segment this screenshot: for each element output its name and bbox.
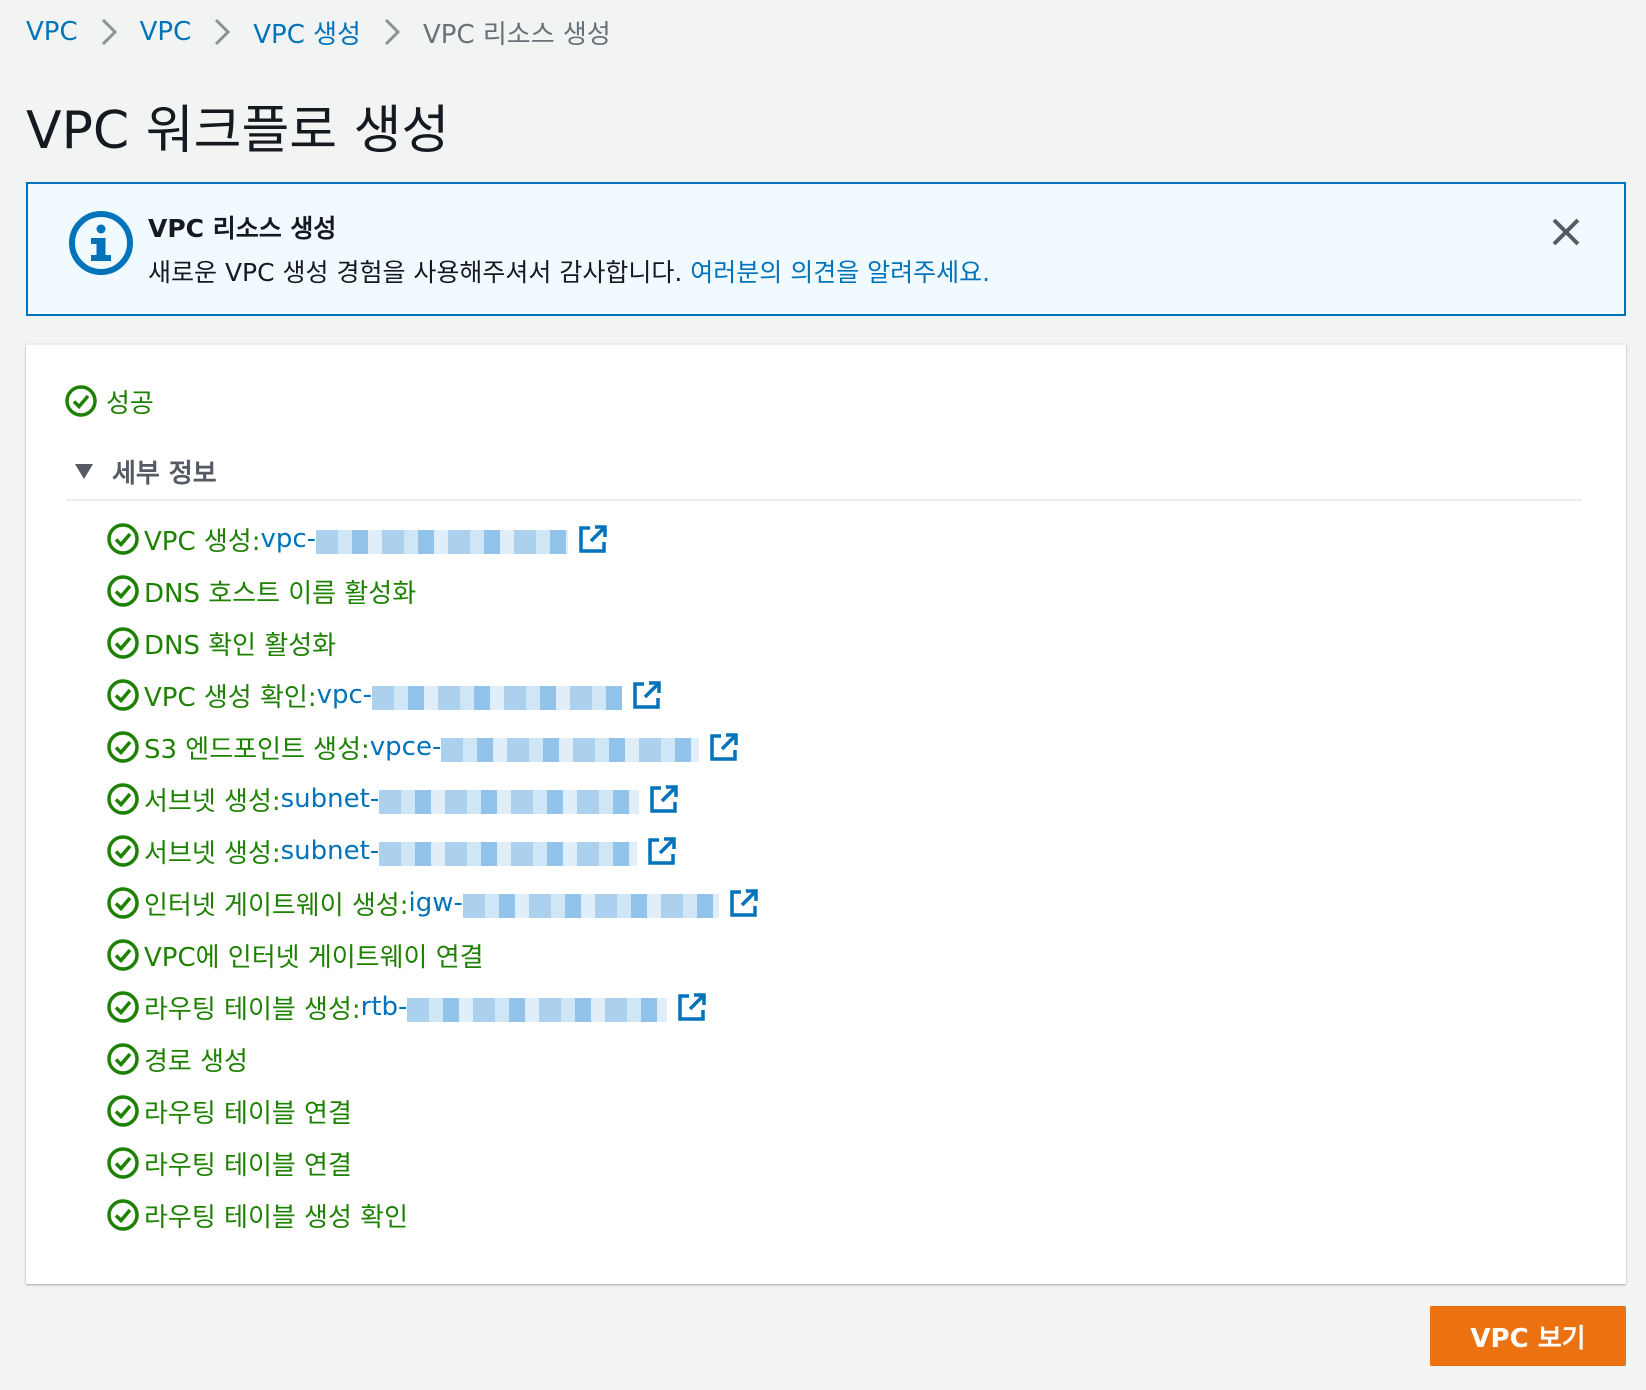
step-label: 라우팅 테이블 연결: [144, 1098, 352, 1129]
resource-id-link[interactable]: subnet-: [281, 836, 638, 867]
breadcrumb-current: VPC 리소스 생성: [422, 19, 611, 50]
step-label: 서브넷 생성:: [144, 786, 281, 817]
check-circle-icon: [107, 575, 139, 607]
check-circle-icon: [107, 1147, 139, 1179]
step-label: VPC 생성:: [144, 526, 261, 557]
redacted-resource-id: [407, 998, 668, 1023]
step-item: 라우팅 테이블 연결: [106, 1137, 759, 1189]
breadcrumb: VPC VPC VPC 생성 VPC 리소스 생성: [26, 12, 611, 52]
check-circle-icon: [107, 783, 139, 815]
feedback-link[interactable]: 여러분의 의견을 알려주세요.: [690, 258, 990, 287]
check-circle-icon: [107, 939, 139, 971]
step-item: 인터넷 게이트웨이 생성: igw-: [106, 877, 759, 929]
check-circle-icon: [107, 991, 139, 1023]
redacted-resource-id: [379, 790, 640, 815]
step-label: VPC에 인터넷 게이트웨이 연결: [144, 942, 484, 973]
resource-id-prefix: subnet-: [280, 783, 380, 814]
redacted-resource-id: [372, 686, 623, 711]
external-link-icon[interactable]: [729, 888, 759, 918]
step-item: 라우팅 테이블 생성: rtb-: [106, 981, 759, 1033]
status-indicator: 성공: [64, 381, 154, 421]
breadcrumb-vpc[interactable]: VPC: [26, 17, 78, 47]
close-icon[interactable]: [1546, 212, 1586, 252]
step-item: VPC 생성 확인: vpc-: [106, 669, 759, 721]
redacted-resource-id: [441, 738, 700, 763]
resource-id-prefix: vpc-: [316, 679, 373, 710]
step-label: DNS 확인 활성화: [144, 630, 337, 661]
step-item: 서브넷 생성: subnet-: [106, 773, 759, 825]
caret-down-icon: [75, 464, 93, 479]
resource-id-prefix: vpce-: [369, 731, 442, 762]
breadcrumb-create-vpc[interactable]: VPC 생성: [253, 14, 361, 51]
flash-message: 새로운 VPC 생성 경험을 사용해주셔서 감사합니다. 여러분의 의견을 알려…: [148, 256, 990, 290]
chevron-right-icon: [361, 12, 423, 52]
info-flashbar: VPC 리소스 생성 새로운 VPC 생성 경험을 사용해주셔서 감사합니다. …: [26, 182, 1626, 316]
check-circle-icon: [107, 835, 139, 867]
resource-id-link[interactable]: vpc-: [260, 523, 569, 555]
step-label: 서브넷 생성:: [144, 838, 281, 869]
resource-id-prefix: vpc-: [260, 523, 317, 554]
step-label: 라우팅 테이블 생성:: [144, 994, 361, 1025]
check-circle-icon: [107, 1095, 139, 1127]
details-title: 세부 정보: [112, 458, 217, 489]
resource-id-prefix: rtb-: [360, 991, 408, 1022]
step-label: VPC 생성 확인:: [144, 682, 317, 713]
resource-id-link[interactable]: vpc-: [317, 680, 623, 711]
chevron-right-icon: [78, 12, 140, 52]
check-circle-icon: [107, 1043, 139, 1075]
check-circle-icon: [65, 385, 97, 417]
resource-id-link[interactable]: subnet-: [281, 784, 640, 815]
check-circle-icon: [107, 1199, 139, 1231]
step-item: DNS 확인 활성화: [106, 617, 759, 669]
check-circle-icon: [107, 679, 139, 711]
status-label: 성공: [106, 388, 154, 419]
chevron-right-icon: [191, 12, 253, 52]
step-label: 라우팅 테이블 연결: [144, 1150, 352, 1181]
redacted-resource-id: [379, 842, 638, 867]
external-link-icon[interactable]: [647, 836, 677, 866]
external-link-icon[interactable]: [632, 680, 662, 710]
step-item: 라우팅 테이블 연결: [106, 1085, 759, 1137]
check-circle-icon: [107, 627, 139, 659]
resource-id-prefix: subnet-: [280, 835, 380, 866]
resource-id-link[interactable]: rtb-: [361, 992, 668, 1023]
step-label: 라우팅 테이블 생성 확인: [144, 1202, 408, 1233]
step-list: VPC 생성: vpc- DNS 호스트 이름 활성화 DNS 확인 활성화 VPC …: [106, 513, 759, 1241]
details-divider: [66, 499, 1582, 501]
resource-id-link[interactable]: vpce-: [370, 732, 700, 763]
step-label: 인터넷 게이트웨이 생성:: [144, 890, 409, 921]
step-item: VPC 생성: vpc-: [106, 513, 759, 565]
step-label: S3 엔드포인트 생성:: [144, 734, 370, 765]
check-circle-icon: [107, 523, 139, 555]
step-item: VPC에 인터넷 게이트웨이 연결: [106, 929, 759, 981]
step-item: 서브넷 생성: subnet-: [106, 825, 759, 877]
check-circle-icon: [107, 887, 139, 919]
step-item: DNS 호스트 이름 활성화: [106, 565, 759, 617]
page-title: VPC 워크플로 생성: [26, 101, 450, 161]
creation-panel: 성공 세부 정보 VPC 생성: vpc- DNS 호스트 이름 활성화 DNS 확…: [26, 344, 1626, 1284]
flash-title: VPC 리소스 생성: [148, 214, 337, 243]
info-icon: [69, 211, 133, 275]
step-label: DNS 호스트 이름 활성화: [144, 578, 417, 609]
external-link-icon[interactable]: [709, 732, 739, 762]
check-circle-icon: [107, 731, 139, 763]
step-item: S3 엔드포인트 생성: vpce-: [106, 721, 759, 773]
flash-message-text: 새로운 VPC 생성 경험을 사용해주셔서 감사합니다.: [148, 258, 691, 287]
external-link-icon[interactable]: [649, 784, 679, 814]
step-label: 경로 생성: [144, 1046, 248, 1077]
step-item: 라우팅 테이블 생성 확인: [106, 1189, 759, 1241]
resource-id-link[interactable]: igw-: [409, 888, 719, 919]
redacted-resource-id: [316, 530, 569, 555]
external-link-icon[interactable]: [677, 992, 707, 1022]
resource-id-prefix: igw-: [408, 887, 463, 918]
external-link-icon[interactable]: [578, 524, 608, 554]
step-item: 경로 생성: [106, 1033, 759, 1085]
details-expander[interactable]: 세부 정보: [74, 451, 217, 491]
breadcrumb-vpc-list[interactable]: VPC: [140, 17, 192, 47]
view-vpc-button[interactable]: VPC 보기: [1430, 1306, 1626, 1366]
redacted-resource-id: [462, 894, 719, 919]
